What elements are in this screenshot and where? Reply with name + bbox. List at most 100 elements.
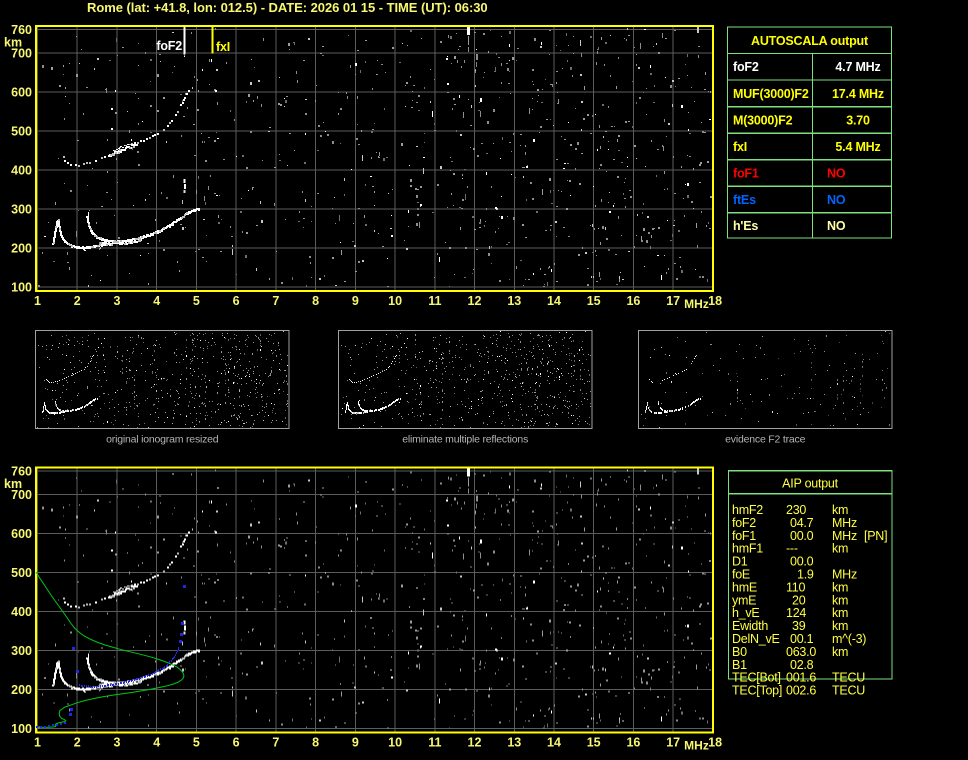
svg-text:NO: NO bbox=[827, 193, 846, 207]
svg-text:1.9: 1.9 bbox=[797, 568, 814, 582]
svg-text:17.4 MHz: 17.4 MHz bbox=[832, 87, 884, 101]
svg-text:MUF(3000)F2: MUF(3000)F2 bbox=[733, 87, 809, 101]
svg-text:AIP output: AIP output bbox=[782, 477, 838, 491]
svg-text:h'Es: h'Es bbox=[733, 219, 758, 233]
svg-text:6: 6 bbox=[233, 294, 240, 308]
svg-text:Rome (lat: +41.8, lon: 012.5): Rome (lat: +41.8, lon: 012.5) - DATE: 20… bbox=[87, 0, 488, 15]
svg-text:17: 17 bbox=[666, 294, 680, 308]
svg-text:3.70: 3.70 bbox=[846, 113, 870, 127]
svg-text:km: km bbox=[832, 606, 848, 620]
svg-text:foF1: foF1 bbox=[733, 167, 759, 181]
svg-text:Ewidth: Ewidth bbox=[732, 619, 768, 633]
svg-text:04.7: 04.7 bbox=[790, 516, 814, 530]
svg-text:124: 124 bbox=[786, 606, 806, 620]
svg-text:13: 13 bbox=[507, 294, 521, 308]
svg-text:230: 230 bbox=[786, 503, 806, 517]
svg-text:foF2: foF2 bbox=[156, 39, 182, 53]
svg-text:fxI: fxI bbox=[216, 40, 230, 54]
svg-text:h_vE: h_vE bbox=[732, 606, 760, 620]
svg-text:20: 20 bbox=[792, 593, 806, 607]
svg-text:18: 18 bbox=[708, 294, 722, 308]
svg-text:AUTOSCALA output: AUTOSCALA output bbox=[751, 34, 869, 48]
svg-text:km: km bbox=[832, 593, 848, 607]
svg-text:100: 100 bbox=[11, 722, 32, 736]
svg-text:MHz: MHz bbox=[684, 297, 709, 311]
svg-text:1: 1 bbox=[34, 294, 41, 308]
svg-text:13: 13 bbox=[507, 735, 521, 749]
svg-text:10: 10 bbox=[388, 735, 402, 749]
svg-text:hmE: hmE bbox=[732, 580, 757, 594]
svg-text:00.0: 00.0 bbox=[790, 529, 814, 543]
svg-text:15: 15 bbox=[587, 735, 601, 749]
svg-text:NO: NO bbox=[827, 219, 846, 233]
svg-text:14: 14 bbox=[547, 735, 561, 749]
svg-text:NO: NO bbox=[827, 167, 846, 181]
svg-text:4: 4 bbox=[153, 294, 160, 308]
svg-text:11: 11 bbox=[428, 735, 441, 749]
svg-text:foF2: foF2 bbox=[732, 516, 756, 530]
svg-text:700: 700 bbox=[11, 47, 32, 61]
svg-text:km: km bbox=[832, 645, 848, 659]
svg-text:8: 8 bbox=[312, 735, 319, 749]
svg-text:5.4 MHz: 5.4 MHz bbox=[835, 140, 880, 154]
svg-text:TEC[Top]: TEC[Top] bbox=[732, 684, 782, 698]
svg-text:7: 7 bbox=[272, 735, 279, 749]
svg-text:foF2: foF2 bbox=[733, 60, 759, 74]
svg-text:B1: B1 bbox=[732, 658, 747, 672]
svg-text:km: km bbox=[832, 619, 848, 633]
svg-text:17: 17 bbox=[666, 735, 680, 749]
svg-text:02.8: 02.8 bbox=[790, 658, 814, 672]
svg-text:10: 10 bbox=[388, 294, 402, 308]
svg-text:600: 600 bbox=[11, 86, 32, 100]
svg-text:9: 9 bbox=[352, 294, 359, 308]
svg-text:2: 2 bbox=[74, 735, 81, 749]
svg-text:km: km bbox=[832, 503, 848, 517]
svg-text:400: 400 bbox=[11, 605, 32, 619]
svg-text:fxI: fxI bbox=[733, 140, 747, 154]
svg-text:15: 15 bbox=[587, 294, 601, 308]
svg-text:4: 4 bbox=[153, 735, 160, 749]
svg-text:11: 11 bbox=[428, 294, 441, 308]
svg-text:200: 200 bbox=[11, 242, 32, 256]
svg-text:TEC[Bot]: TEC[Bot] bbox=[732, 671, 781, 685]
svg-text:1: 1 bbox=[34, 735, 41, 749]
svg-text:3: 3 bbox=[114, 294, 121, 308]
svg-text:D1: D1 bbox=[732, 555, 748, 569]
svg-text:TECU: TECU bbox=[832, 684, 865, 698]
svg-text:hmF1: hmF1 bbox=[732, 542, 763, 556]
svg-text:km: km bbox=[832, 580, 848, 594]
svg-text:18: 18 bbox=[708, 735, 722, 749]
svg-text:evidence F2 trace: evidence F2 trace bbox=[725, 434, 805, 446]
svg-text:3: 3 bbox=[114, 735, 121, 749]
svg-text:MHz: MHz bbox=[832, 516, 857, 530]
svg-text:14: 14 bbox=[547, 294, 561, 308]
svg-text:002.6: 002.6 bbox=[786, 684, 816, 698]
svg-text:TECU: TECU bbox=[832, 671, 865, 685]
svg-text:400: 400 bbox=[11, 164, 32, 178]
svg-text:7: 7 bbox=[272, 294, 279, 308]
svg-text:300: 300 bbox=[11, 644, 32, 658]
svg-text:5: 5 bbox=[193, 735, 200, 749]
svg-text:ymE: ymE bbox=[732, 593, 756, 607]
svg-text:MHz: MHz bbox=[832, 529, 857, 543]
svg-text:700: 700 bbox=[11, 488, 32, 502]
svg-text:---: --- bbox=[786, 542, 798, 556]
svg-text:B0: B0 bbox=[732, 645, 747, 659]
svg-text:500: 500 bbox=[11, 566, 32, 580]
svg-text:2: 2 bbox=[74, 294, 81, 308]
svg-text:ftEs: ftEs bbox=[733, 193, 756, 207]
svg-text:00.0: 00.0 bbox=[790, 555, 814, 569]
svg-text:600: 600 bbox=[11, 527, 32, 541]
svg-text:foE: foE bbox=[732, 568, 750, 582]
svg-text:eliminate multiple reflections: eliminate multiple reflections bbox=[402, 434, 528, 446]
svg-text:hmF2: hmF2 bbox=[732, 503, 763, 517]
svg-text:MHz: MHz bbox=[684, 738, 709, 752]
svg-text:4.7 MHz: 4.7 MHz bbox=[835, 60, 880, 74]
svg-text:16: 16 bbox=[626, 294, 640, 308]
svg-text:M(3000)F2: M(3000)F2 bbox=[733, 113, 793, 127]
svg-text:DelN_vE: DelN_vE bbox=[732, 632, 780, 646]
svg-text:500: 500 bbox=[11, 125, 32, 139]
svg-text:8: 8 bbox=[312, 294, 319, 308]
svg-text:foF1: foF1 bbox=[732, 529, 756, 543]
svg-text:9: 9 bbox=[352, 735, 359, 749]
